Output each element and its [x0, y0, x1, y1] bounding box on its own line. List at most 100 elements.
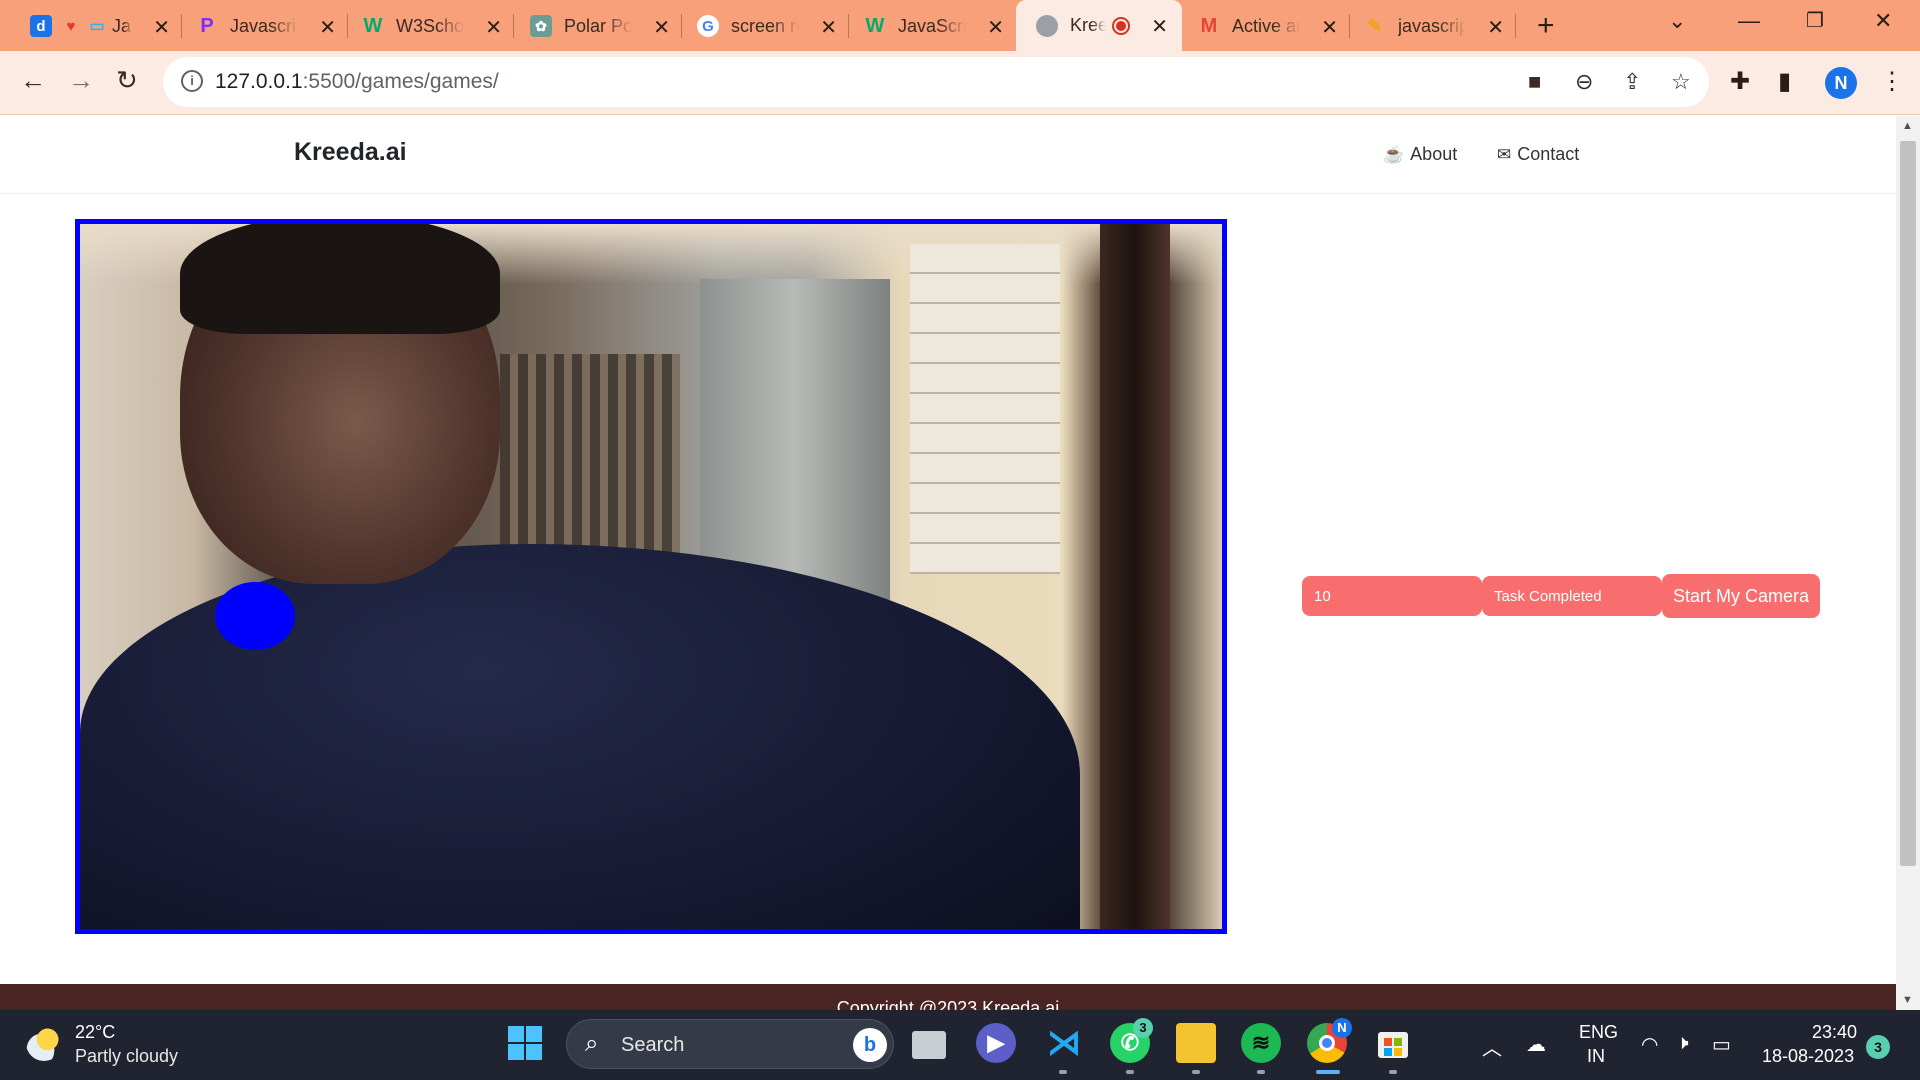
- site-info-icon[interactable]: i: [181, 70, 203, 92]
- pointer-logo-icon: P: [200, 14, 214, 37]
- tab-strip: d ♥ ▭ Ja ✕ P Javascrip ✕ W W3Schoo ✕ ✿ P…: [0, 0, 1920, 51]
- tab-title: W3Schoo: [396, 15, 464, 36]
- url-path: :5500/games/games/: [302, 70, 499, 93]
- tab-7[interactable]: M Active ar ✕: [1198, 8, 1350, 44]
- clock-time[interactable]: 23:40: [1812, 1022, 1857, 1043]
- search-icon: ⌕: [585, 1030, 599, 1057]
- tab-5[interactable]: W JavaScrip ✕: [864, 8, 1014, 44]
- task-status-display: Task Completed: [1482, 576, 1662, 616]
- tab-title: screen re: [731, 15, 799, 36]
- chatgpt-icon: ✿: [530, 15, 552, 37]
- search-label: Search: [621, 1034, 685, 1056]
- more-menu-icon[interactable]: ⋮: [1880, 67, 1904, 96]
- webcam-door-frame: [1100, 224, 1170, 929]
- tab-0[interactable]: d ♥ ▭ Ja ✕: [30, 8, 182, 44]
- region-indicator[interactable]: IN: [1587, 1046, 1605, 1067]
- nav-about-label: About: [1410, 144, 1458, 164]
- minimize-icon[interactable]: —: [1738, 8, 1760, 34]
- start-camera-button[interactable]: Start My Camera: [1662, 574, 1820, 618]
- tab-title: Polar Poi: [564, 15, 632, 36]
- battery-icon[interactable]: ▭: [1712, 1032, 1731, 1057]
- tab-close-icon[interactable]: ✕: [153, 15, 170, 40]
- recording-icon: [1112, 16, 1130, 35]
- webcam-person-hair: [180, 224, 500, 334]
- vscode-icon[interactable]: ⋊: [1044, 1023, 1084, 1063]
- tab-title: Javascrip: [230, 15, 298, 36]
- taskbar-search[interactable]: ⌕ Search b: [566, 1019, 894, 1069]
- microsoft-store-icon[interactable]: [1373, 1023, 1413, 1063]
- tab-title: Ja: [112, 15, 132, 36]
- url-text[interactable]: 127.0.0.1:5500/games/games/: [215, 70, 499, 94]
- weather-temperature[interactable]: 22°C: [75, 1022, 115, 1043]
- camera-in-use-icon[interactable]: ■: [1528, 69, 1541, 95]
- forward-arrow-icon[interactable]: →: [68, 65, 94, 96]
- file-explorer-icon[interactable]: [1176, 1023, 1216, 1063]
- tab-close-icon[interactable]: ✕: [1487, 15, 1504, 40]
- windows-taskbar: 22°C Partly cloudy ⌕ Search b ▶ ⋊ ✆ 3 ≋ …: [0, 1010, 1920, 1080]
- scroll-up-icon[interactable]: ▲: [1902, 120, 1913, 132]
- pencil-icon: ✎: [1367, 15, 1383, 36]
- windows-start-icon[interactable]: [505, 1023, 545, 1063]
- envelope-icon: ✉: [1497, 144, 1512, 164]
- tab-title: JavaScrip: [898, 15, 966, 36]
- tab-8[interactable]: ✎ javascrip ✕: [1364, 8, 1516, 44]
- new-tab-button[interactable]: +: [1537, 9, 1555, 43]
- back-arrow-icon[interactable]: ←: [20, 65, 46, 96]
- reload-icon[interactable]: ↻: [116, 65, 138, 96]
- close-window-icon[interactable]: ✕: [1874, 8, 1892, 34]
- webcam-canvas[interactable]: [75, 219, 1227, 934]
- chrome-active-indicator: [1316, 1070, 1340, 1074]
- tab-3[interactable]: ✿ Polar Poi ✕: [530, 8, 682, 44]
- heart-icon: ♥: [66, 17, 76, 35]
- extensions-puzzle-icon[interactable]: ✚: [1730, 67, 1750, 96]
- tab-6-active[interactable]: Kree ✕: [1016, 0, 1182, 51]
- zoom-icon[interactable]: ⊖: [1575, 69, 1593, 95]
- coffee-icon: ☕: [1383, 144, 1405, 164]
- explorer-running-indicator: [1192, 1070, 1200, 1074]
- bing-icon[interactable]: b: [853, 1028, 887, 1062]
- brand-logo[interactable]: Kreeda.ai: [294, 138, 407, 167]
- url-host: 127.0.0.1: [215, 70, 303, 93]
- language-indicator[interactable]: ENG: [1579, 1022, 1618, 1043]
- browser-toolbar: ← → ↻ i 127.0.0.1:5500/games/games/ ■ ⊖ …: [0, 51, 1920, 115]
- tab-title: Kree: [1070, 15, 1106, 35]
- google-icon: G: [697, 15, 719, 37]
- globe-icon: [1036, 14, 1058, 37]
- share-icon[interactable]: ⇪: [1623, 69, 1641, 95]
- scroll-thumb[interactable]: [1900, 141, 1916, 866]
- profile-avatar[interactable]: N: [1825, 67, 1857, 99]
- task-view-icon[interactable]: [912, 1031, 946, 1059]
- tab-close-icon[interactable]: ✕: [653, 15, 670, 40]
- weather-condition[interactable]: Partly cloudy: [75, 1046, 178, 1067]
- teams-chat-icon[interactable]: ▶: [976, 1023, 1016, 1063]
- spotify-icon[interactable]: ≋: [1241, 1023, 1281, 1063]
- tab-close-icon[interactable]: ✕: [987, 15, 1004, 40]
- clock-date[interactable]: 18-08-2023: [1762, 1046, 1854, 1067]
- spotify-running-indicator: [1257, 1070, 1265, 1074]
- tab-close-icon[interactable]: ✕: [319, 15, 336, 40]
- restore-icon[interactable]: ❐: [1806, 8, 1824, 33]
- onedrive-icon[interactable]: ☁: [1526, 1032, 1546, 1057]
- tab-close-icon[interactable]: ✕: [1321, 15, 1338, 40]
- site-footer: Copyright @2023 Kreeda.ai: [0, 984, 1896, 1010]
- tab-1[interactable]: P Javascrip ✕: [196, 8, 348, 44]
- nav-contact-link[interactable]: ✉ Contact: [1497, 144, 1579, 165]
- wifi-icon[interactable]: ◠: [1641, 1032, 1658, 1057]
- whatsapp-running-indicator: [1126, 1070, 1134, 1074]
- volume-muted-icon[interactable]: 🕨: [1676, 1032, 1689, 1055]
- nav-about-link[interactable]: ☕ About: [1383, 144, 1457, 165]
- show-hidden-icons-chevron[interactable]: ︿: [1482, 1032, 1502, 1061]
- side-panel-icon[interactable]: ▮: [1778, 67, 1791, 96]
- tab-search-chevron-icon[interactable]: ⌄: [1668, 8, 1686, 34]
- notification-count-badge[interactable]: 3: [1866, 1035, 1890, 1059]
- tab-4[interactable]: G screen re ✕: [697, 8, 849, 44]
- scroll-down-icon[interactable]: ▼: [1902, 994, 1913, 1006]
- tab-close-icon[interactable]: ✕: [1151, 14, 1168, 39]
- tab-close-icon[interactable]: ✕: [485, 15, 502, 40]
- tab-close-icon[interactable]: ✕: [820, 15, 837, 40]
- tab-2[interactable]: W W3Schoo ✕: [362, 8, 514, 44]
- bookmark-star-icon[interactable]: ☆: [1671, 69, 1691, 95]
- page-scrollbar[interactable]: ▲ ▼: [1896, 116, 1920, 1010]
- weather-partly-cloudy-icon[interactable]: [26, 1025, 62, 1061]
- address-bar[interactable]: i 127.0.0.1:5500/games/games/ ■ ⊖ ⇪ ☆: [163, 57, 1709, 107]
